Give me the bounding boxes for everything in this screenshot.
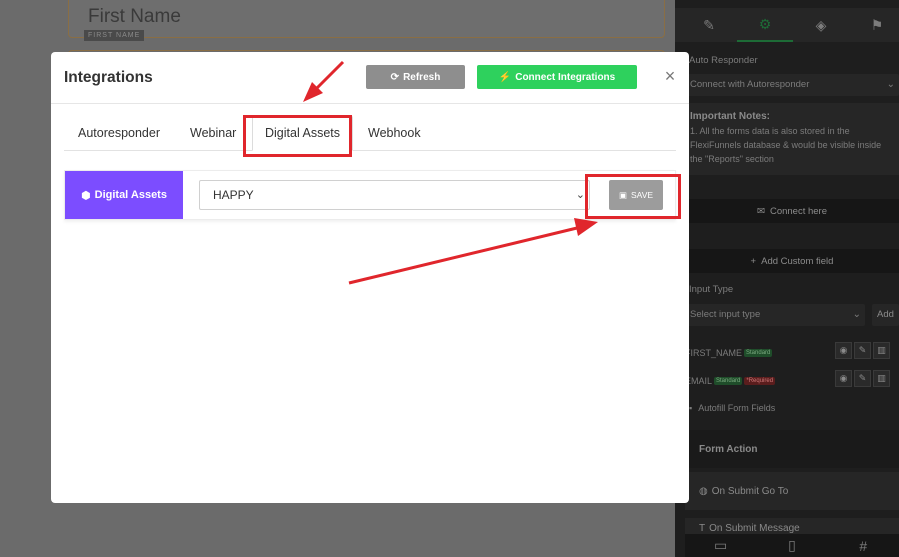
first-name-placeholder: First Name	[88, 6, 181, 27]
pencil-icon[interactable]: ✎	[854, 342, 871, 359]
digital-asset-select-value: HAPPY	[213, 188, 254, 202]
highlight-box-save	[585, 174, 681, 219]
form-action-heading: Form Action	[685, 430, 899, 468]
globe-icon: ◍	[699, 485, 708, 497]
digital-assets-label: ⬢ Digital Assets	[65, 171, 183, 219]
autoresponder-select-value: Connect with Autoresponder	[690, 79, 810, 90]
first-name-tag: FIRST NAME	[84, 30, 145, 41]
gear-icon[interactable]: ⚙	[737, 8, 793, 42]
layers-icon[interactable]: ◈	[793, 8, 849, 42]
plus-icon: +	[750, 255, 757, 267]
trash-icon[interactable]: ▥	[873, 370, 890, 387]
connect-here-button[interactable]: ✉ Connect here	[685, 199, 899, 223]
add-custom-field-button[interactable]: + Add Custom field	[685, 249, 899, 273]
connect-here-label: Connect here	[769, 205, 827, 217]
drag-handle-icon[interactable]: ↕	[892, 370, 899, 387]
run-icon[interactable]: ⚑	[849, 8, 899, 42]
field-name: EMAIL	[685, 376, 713, 386]
close-icon[interactable]: ×	[663, 67, 677, 85]
digital-assets-label-text: Digital Assets	[94, 189, 167, 201]
on-submit-message-option[interactable]: T On Submit Message	[685, 518, 899, 534]
checkbox-icon[interactable]: ▪	[689, 403, 692, 413]
cube-icon: ⬢	[81, 189, 91, 202]
auto-responder-label: Auto Responder	[689, 55, 758, 66]
connect-integrations-button[interactable]: ⚡ Connect Integrations	[477, 65, 637, 89]
standard-badge: Standard	[744, 349, 773, 357]
standard-badge: Standard	[714, 377, 743, 385]
trash-icon[interactable]: ▥	[873, 342, 890, 359]
drag-handle-icon[interactable]: ↕	[892, 342, 899, 359]
settings-sidebar: ✎ ⚙ ◈ ⚑ Auto Responder Connect with Auto…	[675, 0, 899, 557]
modal-header: Integrations ⟳ Refresh ⚡ Connect Integra…	[51, 52, 689, 104]
hash-icon[interactable]: #	[828, 534, 899, 557]
autofill-label: Autofill Form Fields	[698, 403, 776, 413]
chevron-down-icon: ⌄	[886, 79, 895, 90]
important-notes: Important Notes: 1. All the forms data i…	[685, 103, 899, 175]
mobile-icon[interactable]: ▯	[756, 534, 827, 557]
on-submit-go-to-label: On Submit Go To	[711, 485, 789, 497]
text-icon: T	[699, 523, 706, 534]
field-row-first-name: FIRST_NAME Standard ◉ ✎ ▥ ↕	[685, 342, 899, 364]
chevron-down-icon: ⌄	[575, 189, 585, 201]
desktop-icon[interactable]: ▭	[685, 534, 756, 557]
envelope-icon: ✉	[756, 205, 765, 217]
eye-icon[interactable]: ◉	[835, 342, 852, 359]
field-row-email: EMAIL Standard *Required ◉ ✎ ▥ ↕	[685, 370, 899, 392]
highlight-box-tab	[243, 115, 352, 157]
device-toolbar: ▭ ▯ #	[685, 534, 899, 557]
input-type-label: Input Type	[689, 284, 734, 295]
notes-title: Important Notes:	[690, 111, 770, 122]
refresh-icon: ⟳	[390, 71, 400, 83]
autoresponder-select[interactable]: Connect with Autoresponder ⌄	[685, 74, 899, 96]
sidebar-tabs: ✎ ⚙ ◈ ⚑	[675, 8, 899, 42]
add-custom-field-label: Add Custom field	[761, 255, 834, 267]
on-submit-message-label: On Submit Message	[709, 523, 800, 534]
field-name: FIRST_NAME	[685, 348, 743, 358]
refresh-label: Refresh	[403, 71, 441, 83]
plug-icon: ⚡	[498, 71, 512, 83]
autofill-checkbox-row[interactable]: ▪ Autofill Form Fields	[685, 397, 899, 419]
input-type-select-value: Select input type	[690, 309, 761, 320]
integrations-modal: Integrations ⟳ Refresh ⚡ Connect Integra…	[51, 52, 689, 503]
tab-webhook[interactable]: Webhook	[368, 115, 421, 151]
brush-icon[interactable]: ✎	[681, 8, 737, 42]
tab-webinar[interactable]: Webinar	[190, 115, 236, 151]
chevron-down-icon: ⌄	[852, 309, 861, 320]
refresh-button[interactable]: ⟳ Refresh	[366, 65, 465, 89]
pencil-icon[interactable]: ✎	[854, 370, 871, 387]
tab-autoresponder[interactable]: Autoresponder	[78, 115, 160, 151]
required-badge: *Required	[744, 377, 776, 385]
input-type-select[interactable]: Select input type ⌄	[685, 304, 865, 326]
add-input-button[interactable]: Add	[872, 304, 899, 326]
modal-title: Integrations	[64, 69, 153, 86]
notes-body: 1. All the forms data is also stored in …	[690, 126, 882, 164]
eye-icon[interactable]: ◉	[835, 370, 852, 387]
integration-tabs: Autoresponder Webinar Digital Assets Web…	[64, 115, 676, 151]
connect-integrations-label: Connect Integrations	[515, 71, 616, 83]
digital-asset-select[interactable]: HAPPY ⌄	[199, 180, 590, 210]
on-submit-go-to-option[interactable]: ◍ On Submit Go To	[685, 472, 899, 510]
